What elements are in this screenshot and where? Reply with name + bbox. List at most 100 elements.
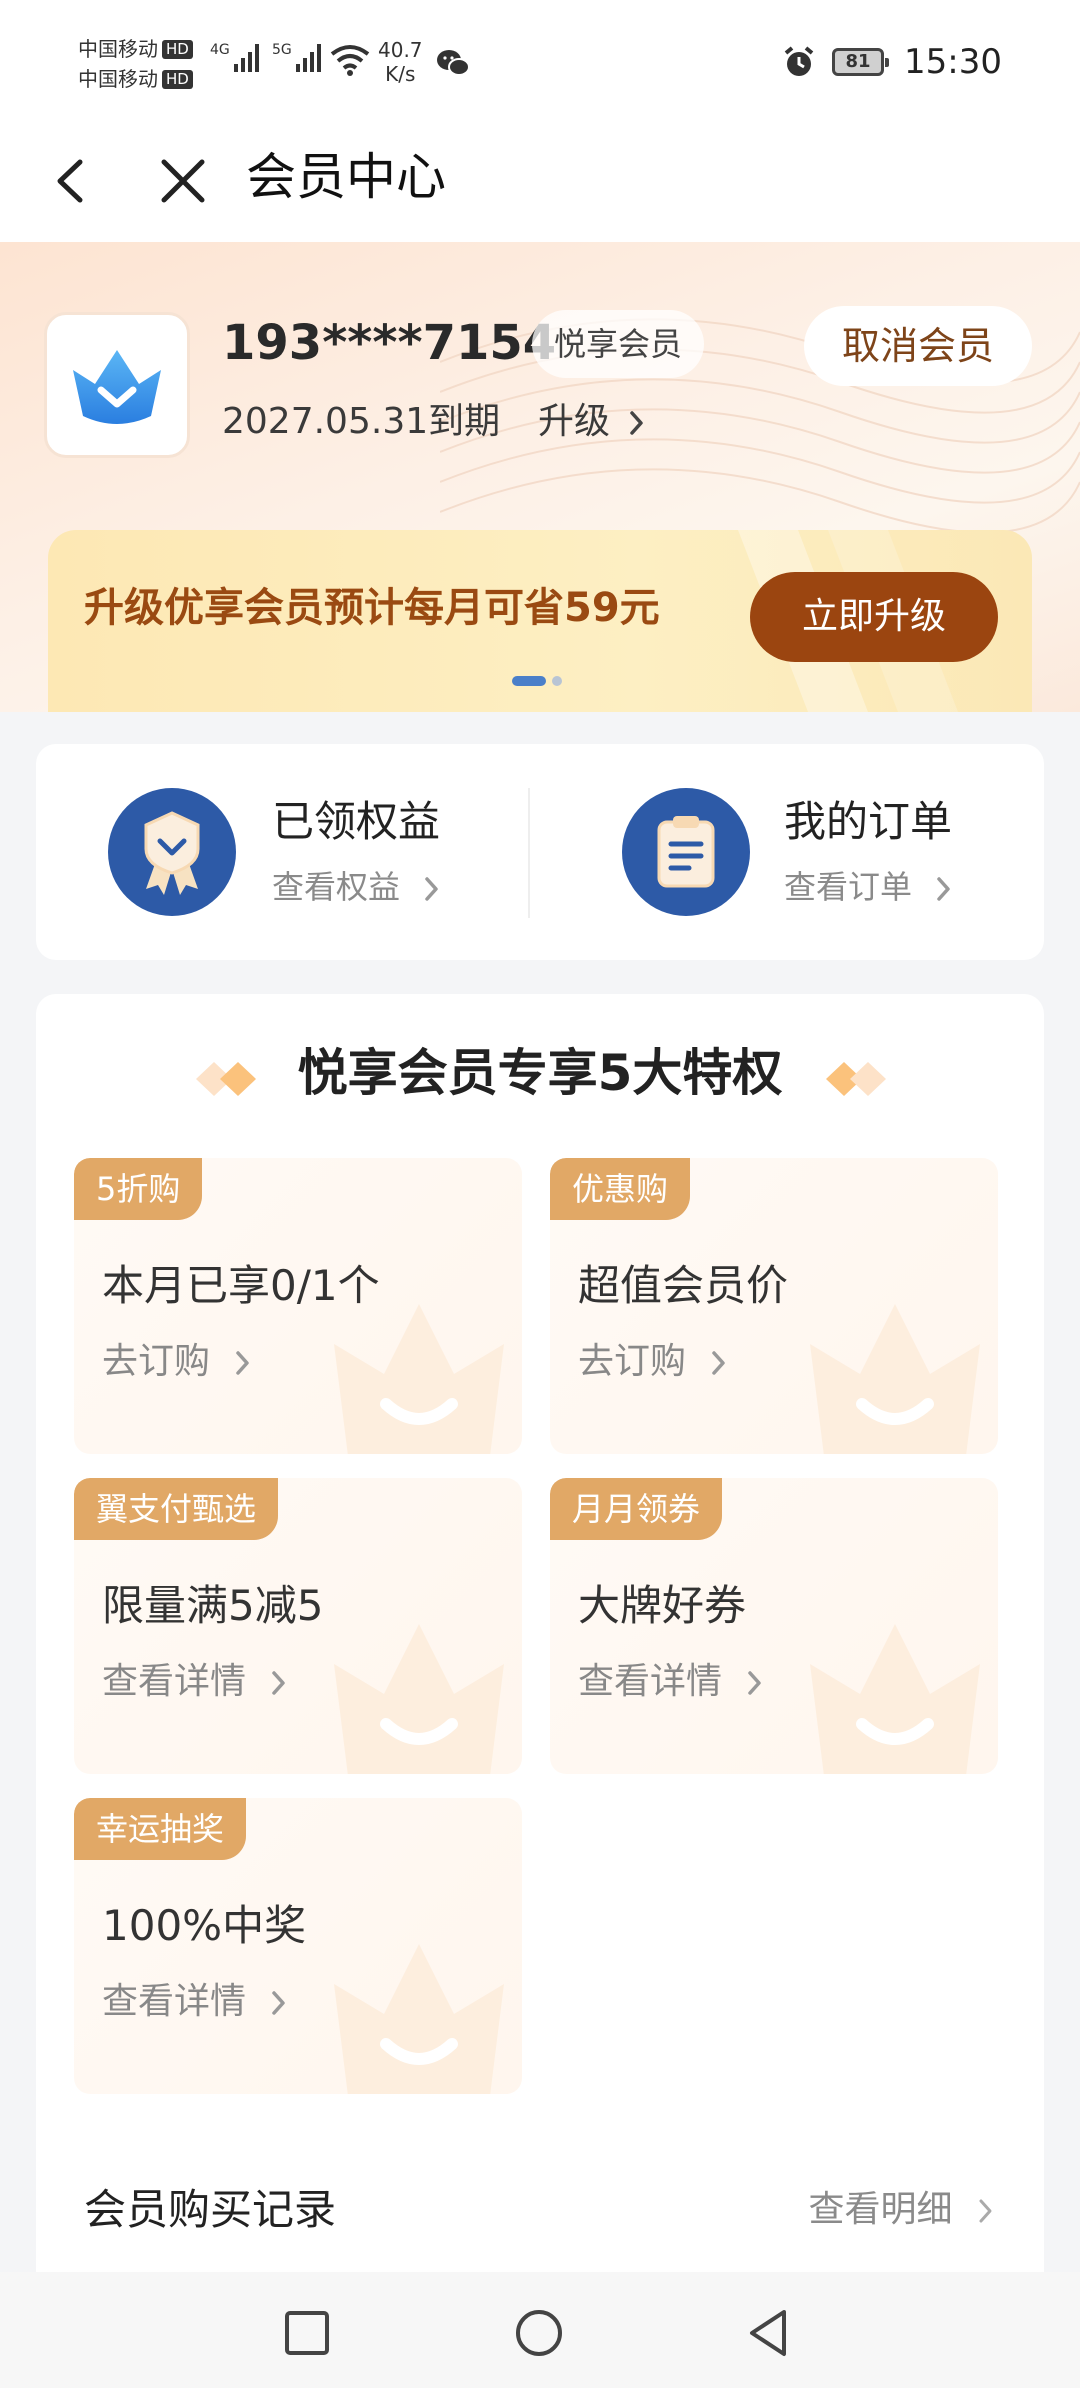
net-speed: 40.7 K/s (378, 38, 423, 86)
claimed-benefits-item[interactable]: 已领权益 查看权益 (36, 744, 516, 960)
chevron-right-icon (712, 1351, 726, 1375)
carousel-indicator (512, 676, 562, 686)
hd-badge-1: HD (162, 40, 193, 59)
privilege-link[interactable]: 查看详情 (578, 1656, 763, 1708)
my-orders-item[interactable]: 我的订单 查看订单 (542, 744, 1022, 960)
page-title: 会员中心 (246, 148, 446, 206)
privilege-tile-coupons[interactable]: 月月领券 大牌好券 查看详情 (550, 1478, 998, 1774)
carrier-info: 中国移动 HD 中国移动 HD (78, 34, 193, 94)
privileges-title: 悦享会员专享5大特权 (297, 1044, 783, 1102)
crown-watermark-icon (334, 1624, 504, 1774)
back-triangle-icon[interactable] (744, 2306, 792, 2360)
banner-text: 升级优享会员预计每月可省59元 (84, 585, 660, 631)
privilege-value: 限量满5减5 (102, 1581, 324, 1630)
carrier-2: 中国移动 (78, 67, 158, 91)
chevron-right-icon (236, 1351, 250, 1375)
privilege-link-label: 去订购 (102, 1341, 211, 1382)
upgrade-label: 升级 (538, 401, 611, 442)
member-header: 193****7154 悦享会员 取消会员 2027.05.31到期 升级 升级… (0, 242, 1080, 712)
crown-watermark-icon (810, 1624, 980, 1774)
signal-5g-icon: 5G (272, 42, 322, 72)
chevron-right-icon (979, 2199, 992, 2223)
member-avatar (44, 312, 190, 458)
benefits-ribbon-icon (108, 788, 236, 916)
privilege-tile-lottery[interactable]: 幸运抽奖 100%中奖 查看详情 (74, 1798, 522, 2094)
privilege-link-label: 查看详情 (102, 1981, 247, 2022)
back-arrow-icon[interactable] (42, 146, 102, 216)
carousel-dot (552, 676, 562, 686)
speed-value: 40.7 (378, 38, 423, 62)
privilege-link-label: 去订购 (578, 1341, 687, 1382)
wifi-icon (330, 45, 370, 76)
privilege-tag: 月月领券 (550, 1478, 723, 1540)
alarm-icon (784, 46, 814, 76)
member-phone: 193****7154 (222, 315, 557, 371)
diamond-decoration-icon (826, 1062, 886, 1096)
chevron-right-icon (630, 411, 644, 435)
privilege-link[interactable]: 查看详情 (102, 1976, 287, 2028)
cancel-membership-button[interactable]: 取消会员 (804, 306, 1032, 386)
privilege-link[interactable]: 查看详情 (102, 1656, 287, 1708)
privilege-tag: 幸运抽奖 (74, 1798, 247, 1860)
crown-logo-icon (73, 350, 161, 424)
close-icon[interactable] (148, 146, 218, 216)
privilege-tag: 5折购 (74, 1158, 203, 1220)
battery-icon: 81 (832, 48, 890, 76)
privilege-value: 大牌好券 (578, 1581, 747, 1630)
net-type-1: 4G (210, 42, 230, 58)
privilege-tag: 优惠购 (550, 1158, 691, 1220)
privilege-link-label: 查看详情 (578, 1661, 723, 1702)
upgrade-now-button[interactable]: 立即升级 (750, 572, 998, 662)
chevron-right-icon (272, 1991, 286, 2015)
crown-watermark-icon (334, 1304, 504, 1454)
upgrade-banner[interactable]: 升级优享会员预计每月可省59元 立即升级 (48, 530, 1032, 712)
chevron-right-icon (748, 1671, 762, 1695)
view-orders-link[interactable]: 查看订单 (784, 862, 952, 912)
clock: 15:30 (904, 42, 1002, 82)
hd-badge-2: HD (162, 70, 193, 89)
status-bar: 中国移动 HD 中国移动 HD 4G 5G 40.7 K/s 81 15:30 (0, 0, 1080, 120)
net-type-2: 5G (272, 42, 292, 58)
claimed-benefits-title: 已领权益 (272, 797, 441, 846)
view-details-label: 查看明细 (808, 2189, 953, 2230)
upgrade-link[interactable]: 升级 (538, 396, 645, 448)
privilege-value: 100%中奖 (102, 1901, 307, 1950)
diamond-decoration-icon (196, 1062, 256, 1096)
system-nav-bar (0, 2272, 1080, 2388)
purchase-records-row[interactable]: 会员购买记录 查看明细 (36, 2142, 1044, 2274)
divider (528, 788, 530, 918)
nav-bar: 会员中心 (0, 120, 1080, 242)
wechat-icon (437, 50, 470, 76)
home-icon[interactable] (514, 2308, 564, 2358)
member-tier-badge: 悦享会员 (532, 310, 705, 378)
quick-actions-card: 已领权益 查看权益 我的订单 查看订单 (36, 744, 1044, 960)
carousel-dot-active (512, 676, 546, 686)
chevron-right-icon (937, 877, 950, 901)
crown-watermark-icon (334, 1944, 504, 2094)
view-benefits-label: 查看权益 (272, 868, 401, 906)
privilege-tag: 翼支付甄选 (74, 1478, 279, 1540)
carrier-1: 中国移动 (78, 37, 158, 61)
view-orders-label: 查看订单 (784, 868, 913, 906)
signal-4g-icon: 4G (210, 42, 260, 72)
privilege-link[interactable]: 去订购 (102, 1336, 251, 1388)
chevron-right-icon (272, 1671, 286, 1695)
recent-apps-icon[interactable] (284, 2310, 330, 2356)
speed-unit: K/s (385, 62, 416, 86)
chevron-right-icon (425, 877, 438, 901)
privilege-link-label: 查看详情 (102, 1661, 247, 1702)
orders-clipboard-icon (622, 788, 750, 916)
privilege-value: 本月已享0/1个 (102, 1261, 380, 1310)
privilege-tile-discount[interactable]: 优惠购 超值会员价 去订购 (550, 1158, 998, 1454)
view-benefits-link[interactable]: 查看权益 (272, 862, 440, 912)
privileges-header: 悦享会员专享5大特权 (36, 1038, 1044, 1108)
purchase-records-title: 会员购买记录 (84, 2185, 337, 2234)
privilege-link[interactable]: 去订购 (578, 1336, 727, 1388)
crown-watermark-icon (810, 1304, 980, 1454)
view-details-link[interactable]: 查看明细 (809, 2184, 994, 2236)
expiry-date: 2027.05.31到期 (222, 401, 501, 442)
privilege-tile-bestpay[interactable]: 翼支付甄选 限量满5减5 查看详情 (74, 1478, 522, 1774)
my-orders-title: 我的订单 (784, 797, 953, 846)
privilege-tile-half-price[interactable]: 5折购 本月已享0/1个 去订购 (74, 1158, 522, 1454)
privilege-value: 超值会员价 (578, 1261, 789, 1310)
